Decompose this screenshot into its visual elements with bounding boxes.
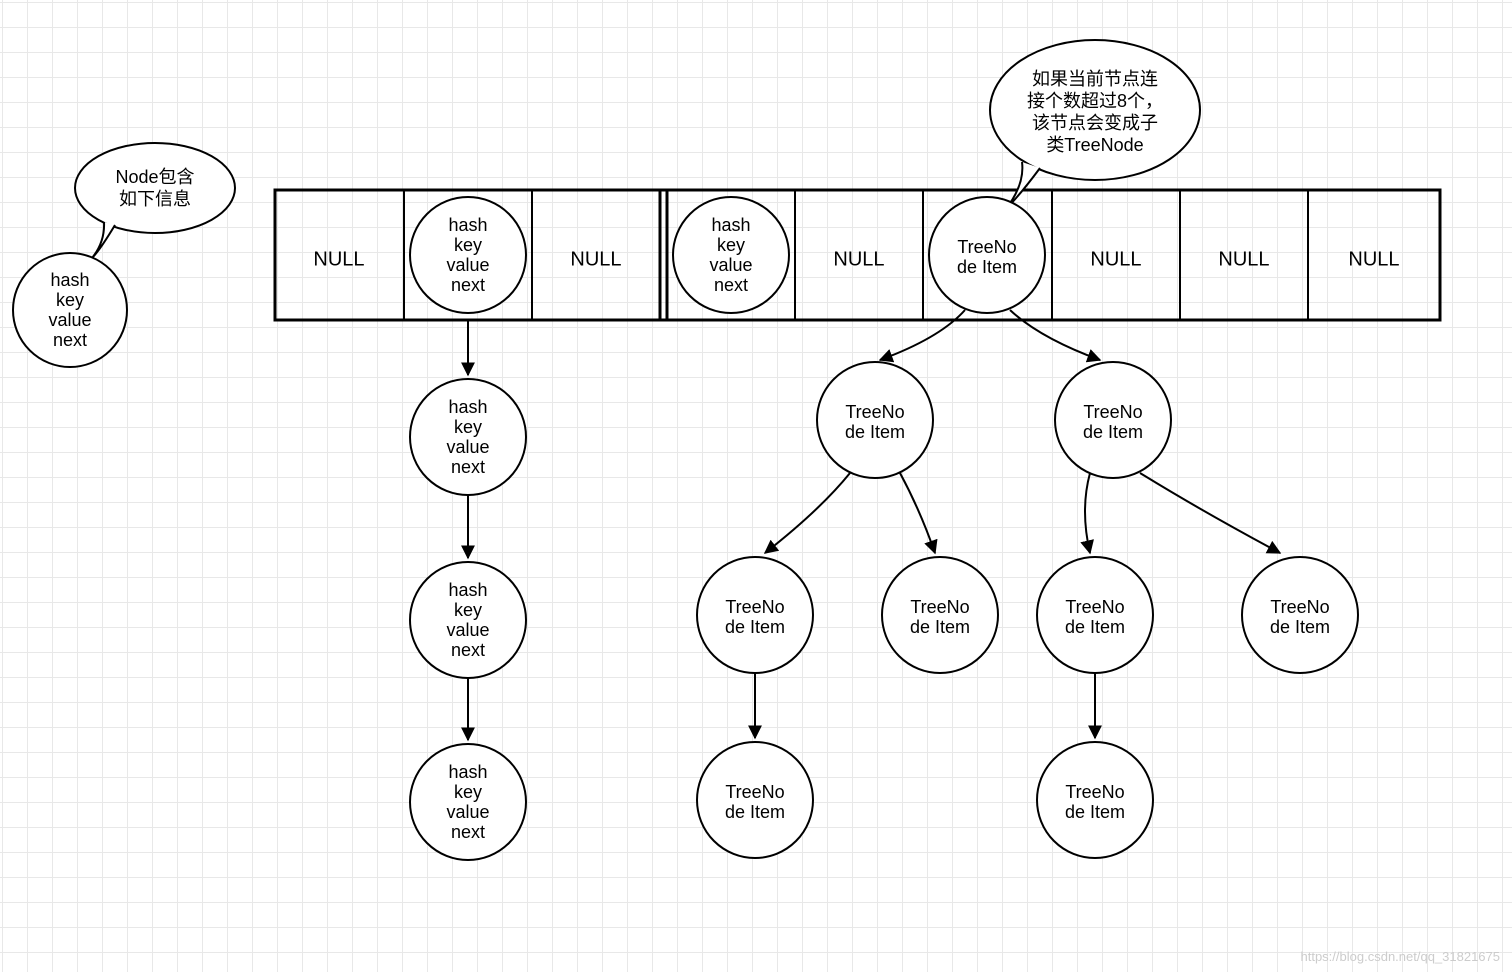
svg-text:hash: hash <box>711 215 750 235</box>
svg-text:de Item: de Item <box>1083 422 1143 442</box>
tree-lr: TreeNo de Item <box>882 557 998 673</box>
tree-right: TreeNo de Item <box>1055 362 1171 478</box>
bubble-right-line1: 如果当前节点连 <box>1032 69 1158 89</box>
svg-text:value: value <box>709 255 752 275</box>
svg-text:hash: hash <box>448 397 487 417</box>
svg-text:hash: hash <box>448 215 487 235</box>
svg-text:TreeNo: TreeNo <box>725 782 784 802</box>
svg-text:TreeNo: TreeNo <box>1065 782 1124 802</box>
bubble-right-line4: 类TreeNode <box>1046 135 1143 155</box>
svg-text:hash: hash <box>448 580 487 600</box>
speech-bubble-left: Node包含 如下信息 <box>75 143 235 258</box>
bubble-left-line1: Node包含 <box>115 167 194 187</box>
svg-text:TreeNo: TreeNo <box>1083 402 1142 422</box>
svg-text:key: key <box>717 235 745 255</box>
diagram-canvas: NULL NULL NULL NULL NULL NULL Node包含 如下信… <box>0 0 1512 972</box>
tree-rl: TreeNo de Item <box>1037 557 1153 673</box>
tree-rll: TreeNo de Item <box>1037 742 1153 858</box>
cell-0-null: NULL <box>313 248 364 270</box>
array-node-cell3: hash key value next <box>673 197 789 313</box>
svg-text:de Item: de Item <box>845 422 905 442</box>
svg-text:next: next <box>451 457 485 477</box>
svg-text:TreeNo: TreeNo <box>910 597 969 617</box>
bubble-right-line3: 该节点会变成子 <box>1032 113 1158 133</box>
tree-ll: TreeNo de Item <box>697 557 813 673</box>
svg-text:key: key <box>454 235 482 255</box>
cell-2-null: NULL <box>570 248 621 270</box>
svg-text:de Item: de Item <box>1065 802 1125 822</box>
svg-text:de Item: de Item <box>1270 617 1330 637</box>
array-treenode-cell5: TreeNo de Item <box>929 197 1045 313</box>
chain-node-3: hash key value next <box>410 744 526 860</box>
svg-text:next: next <box>451 822 485 842</box>
svg-text:next: next <box>714 275 748 295</box>
svg-text:hash: hash <box>50 270 89 290</box>
svg-text:next: next <box>451 640 485 660</box>
legend-node: hash key value next <box>13 253 127 367</box>
svg-text:de Item: de Item <box>725 802 785 822</box>
svg-text:value: value <box>446 255 489 275</box>
svg-text:TreeNo: TreeNo <box>957 237 1016 257</box>
svg-text:next: next <box>53 330 87 350</box>
chain-node-2: hash key value next <box>410 562 526 678</box>
speech-bubble-right: 如果当前节点连 接个数超过8个， 该节点会变成子 类TreeNode <box>990 40 1200 210</box>
svg-text:hash: hash <box>448 762 487 782</box>
chain-node-1: hash key value next <box>410 379 526 495</box>
watermark-text: https://blog.csdn.net/qq_31821675 <box>1301 949 1501 964</box>
tree-lll: TreeNo de Item <box>697 742 813 858</box>
svg-text:key: key <box>454 782 482 802</box>
svg-text:value: value <box>446 620 489 640</box>
array-node-cell1: hash key value next <box>410 197 526 313</box>
bubble-right-line2: 接个数超过8个， <box>1027 91 1163 111</box>
svg-text:value: value <box>446 802 489 822</box>
svg-text:de Item: de Item <box>1065 617 1125 637</box>
cell-6-null: NULL <box>1090 248 1141 270</box>
svg-text:value: value <box>446 437 489 457</box>
svg-text:TreeNo: TreeNo <box>845 402 904 422</box>
svg-text:TreeNo: TreeNo <box>725 597 784 617</box>
svg-text:TreeNo: TreeNo <box>1065 597 1124 617</box>
svg-text:de Item: de Item <box>725 617 785 637</box>
svg-text:next: next <box>451 275 485 295</box>
svg-text:value: value <box>48 310 91 330</box>
svg-text:key: key <box>454 600 482 620</box>
svg-text:key: key <box>56 290 84 310</box>
tree-left: TreeNo de Item <box>817 362 933 478</box>
cell-4-null: NULL <box>833 248 884 270</box>
cell-8-null: NULL <box>1348 248 1399 270</box>
svg-text:de Item: de Item <box>957 257 1017 277</box>
tree-rr: TreeNo de Item <box>1242 557 1358 673</box>
svg-text:de Item: de Item <box>910 617 970 637</box>
cell-7-null: NULL <box>1218 248 1269 270</box>
bubble-left-line2: 如下信息 <box>119 189 191 209</box>
svg-text:TreeNo: TreeNo <box>1270 597 1329 617</box>
svg-text:key: key <box>454 417 482 437</box>
